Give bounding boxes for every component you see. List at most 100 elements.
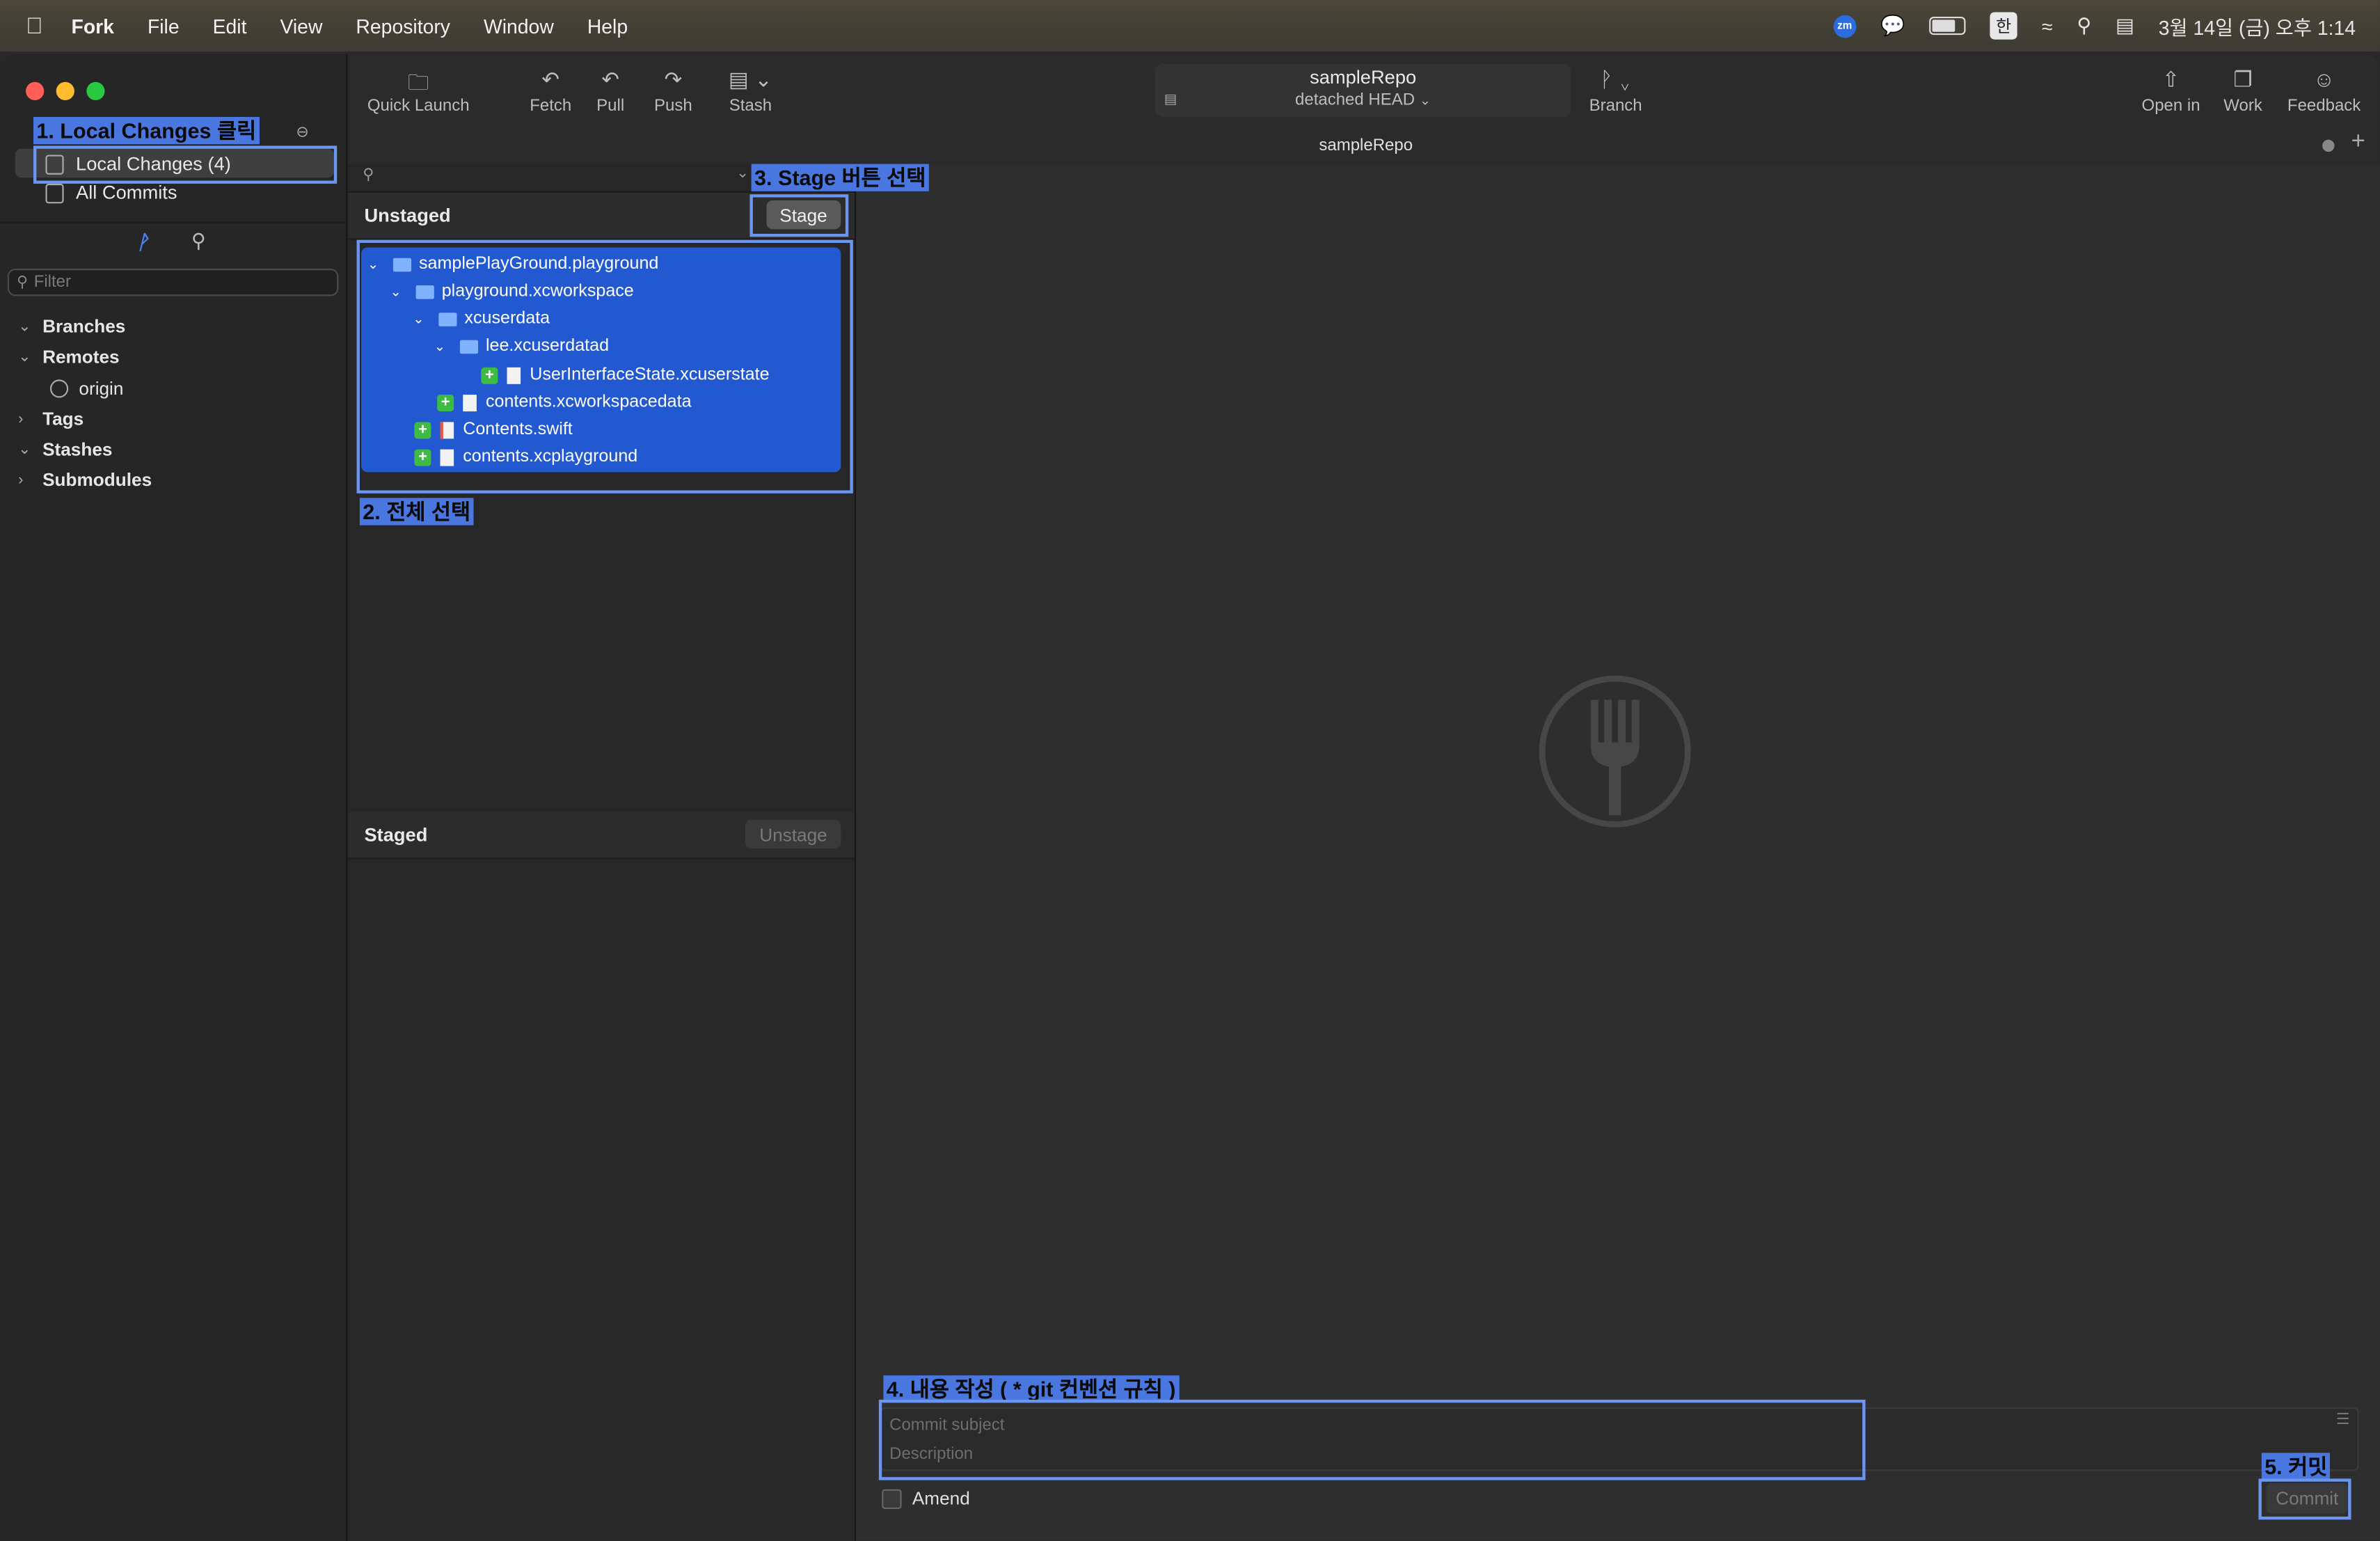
fetch-label: Fetch xyxy=(530,97,572,116)
branches-label: Branches xyxy=(42,315,126,338)
chevron-down-icon: ⌄ xyxy=(18,317,31,335)
sidebar-tabs: ᚹ ⚲ xyxy=(0,221,347,262)
search-icon: ⚲ xyxy=(363,166,374,184)
menu-window[interactable]: Window xyxy=(484,15,554,38)
fetch-icon: ↶ xyxy=(541,66,560,91)
add-tab-button[interactable]: + xyxy=(2351,129,2365,156)
staged-header: Staged Unstage xyxy=(347,812,855,860)
annotation-step-5: 5. 커밋 xyxy=(2261,1453,2331,1480)
sidebar-stashes[interactable]: ⌄ Stashes xyxy=(18,438,112,460)
checkbox[interactable] xyxy=(882,1488,902,1508)
menu-repository[interactable]: Repository xyxy=(356,15,450,38)
work-button[interactable]: ❐ Work xyxy=(2223,67,2262,116)
close-window-button[interactable] xyxy=(26,81,45,100)
branch-label: Branch xyxy=(1589,97,1642,116)
menu-file[interactable]: File xyxy=(148,15,180,38)
annotation-box-commit xyxy=(2258,1478,2351,1520)
chevron-down-icon: ⌄ xyxy=(18,348,31,365)
menu-view[interactable]: View xyxy=(280,15,322,38)
annotation-step-2: 2. 전체 선택 xyxy=(359,498,474,525)
sidebar-remotes[interactable]: ⌄ Remotes xyxy=(18,346,119,368)
tab-status-dot xyxy=(2322,139,2335,152)
sidebar-submodules[interactable]: › Submodules xyxy=(18,469,152,491)
filter-search-icon: ⚲ xyxy=(16,274,28,291)
menubar-clock[interactable]: 3월 14일 (금) 오후 1:14 xyxy=(2159,11,2356,40)
annotation-box-file-list xyxy=(356,239,853,493)
quick-launch-label: Quick Launch xyxy=(367,97,470,116)
annotation-step-3: 3. Stage 버튼 선택 xyxy=(751,164,929,191)
push-button[interactable]: ↷ Push xyxy=(654,67,692,116)
annotation-step-1: 1. Local Changes 클릭 xyxy=(33,116,260,145)
repo-menu-icon[interactable]: ▤ xyxy=(1164,91,1177,108)
repo-head-state[interactable]: detached HEAD ⌄ xyxy=(1155,91,1571,109)
branch-button[interactable]: ᚹ ⌄ Branch xyxy=(1589,67,1642,116)
chevron-down-icon: ⌄ xyxy=(18,441,31,458)
toolbar: 🗀 Quick Launch ↶ Fetch ↶ Pull ↷ Push ▤ ⌄ Stas… xyxy=(347,55,2379,128)
annotation-box-commit-message xyxy=(878,1399,1866,1480)
staged-title: Staged xyxy=(364,824,428,846)
branch-tab-icon[interactable]: ᚹ xyxy=(136,231,148,254)
repository-selector[interactable]: sampleRepo detached HEAD ⌄ ▤ xyxy=(1155,63,1571,117)
unstage-button[interactable]: Unstage xyxy=(745,819,841,849)
battery-icon[interactable] xyxy=(1929,16,1966,35)
pull-label: Pull xyxy=(596,97,625,116)
commit-template-icon[interactable]: ☰ xyxy=(2336,1412,2350,1428)
feedback-label: Feedback xyxy=(2287,97,2361,116)
tab-bar: sampleRepo + xyxy=(347,127,2380,166)
share-icon: ⇧ xyxy=(2161,66,2180,91)
stash-label: Stash xyxy=(729,97,772,116)
windows-icon: ❐ xyxy=(2233,66,2253,91)
sidebar-branches[interactable]: ⌄ Branches xyxy=(18,316,125,338)
annotation-step-4: 4. 내용 작성 ( * git 컨벤션 규칙 ) xyxy=(883,1375,1179,1403)
submodules-label: Submodules xyxy=(42,468,152,491)
sidebar: ⊖ Local Changes (4) All Commits ᚹ ⚲ ⚲ Fi… xyxy=(0,54,348,1541)
tags-label: Tags xyxy=(42,408,84,430)
head-state-label: detached HEAD xyxy=(1295,90,1415,110)
branch-icon: ᚹ ⌄ xyxy=(1600,66,1632,91)
menu-app[interactable]: Fork xyxy=(72,15,114,38)
repo-name: sampleRepo xyxy=(1310,66,1417,88)
tab-samplerepo[interactable]: sampleRepo xyxy=(1319,136,1413,155)
open-in-button[interactable]: ⇧ Open in xyxy=(2142,67,2200,116)
pull-icon: ↶ xyxy=(601,66,619,91)
sidebar-collapse-icon[interactable]: ⊖ xyxy=(296,125,308,141)
sidebar-tags[interactable]: › Tags xyxy=(18,409,84,430)
wifi-icon[interactable]: ≈ xyxy=(2042,15,2053,38)
sidebar-filter-input[interactable]: ⚲ Filter xyxy=(7,269,339,297)
apple-icon[interactable]:  xyxy=(26,13,50,39)
sidebar-remote-origin[interactable]: origin xyxy=(49,378,124,400)
all-commits-icon xyxy=(45,182,64,203)
quick-launch-button[interactable]: 🗀 Quick Launch xyxy=(367,67,470,116)
fork-logo-icon xyxy=(1539,675,1691,828)
input-method-indicator[interactable]: 한 xyxy=(1990,12,2017,40)
window-controls xyxy=(26,81,105,100)
menu-help[interactable]: Help xyxy=(587,15,628,38)
work-label: Work xyxy=(2223,97,2262,116)
chevron-down-icon[interactable]: ⌄ xyxy=(736,166,749,182)
stash-icon: ▤ ⌄ xyxy=(728,66,772,91)
origin-label: origin xyxy=(79,378,124,400)
remotes-label: Remotes xyxy=(42,346,120,368)
diff-area: Commit subject Description ☰ Amend Commi… xyxy=(856,164,2380,1541)
amend-checkbox[interactable]: Amend xyxy=(882,1487,970,1509)
zoom-icon[interactable]: zm xyxy=(1833,14,1857,38)
control-center-icon[interactable]: ▤ xyxy=(2116,14,2134,38)
pull-button[interactable]: ↶ Pull xyxy=(596,67,624,116)
menu-edit[interactable]: Edit xyxy=(213,15,247,38)
folder-icon: 🗀 xyxy=(407,70,429,95)
menu-bar:  Fork File Edit View Repository Window … xyxy=(0,0,2380,52)
feedback-button[interactable]: ☺ Feedback xyxy=(2287,67,2361,116)
filter-placeholder: Filter xyxy=(33,273,72,292)
stash-button[interactable]: ▤ ⌄ Stash xyxy=(729,67,772,116)
fetch-button[interactable]: ↶ Fetch xyxy=(530,67,571,116)
search-tab-icon[interactable]: ⚲ xyxy=(191,229,206,253)
chat-bubble-icon[interactable]: 💬 xyxy=(1880,14,1905,38)
open-in-label: Open in xyxy=(2141,97,2200,116)
minimize-window-button[interactable] xyxy=(56,81,74,100)
github-icon xyxy=(49,379,69,398)
smiley-icon: ☺ xyxy=(2312,66,2335,91)
amend-label: Amend xyxy=(912,1487,970,1510)
chevron-right-icon: › xyxy=(18,471,24,489)
zoom-window-button[interactable] xyxy=(86,81,105,100)
spotlight-search-icon[interactable]: ⚲ xyxy=(2077,14,2091,38)
